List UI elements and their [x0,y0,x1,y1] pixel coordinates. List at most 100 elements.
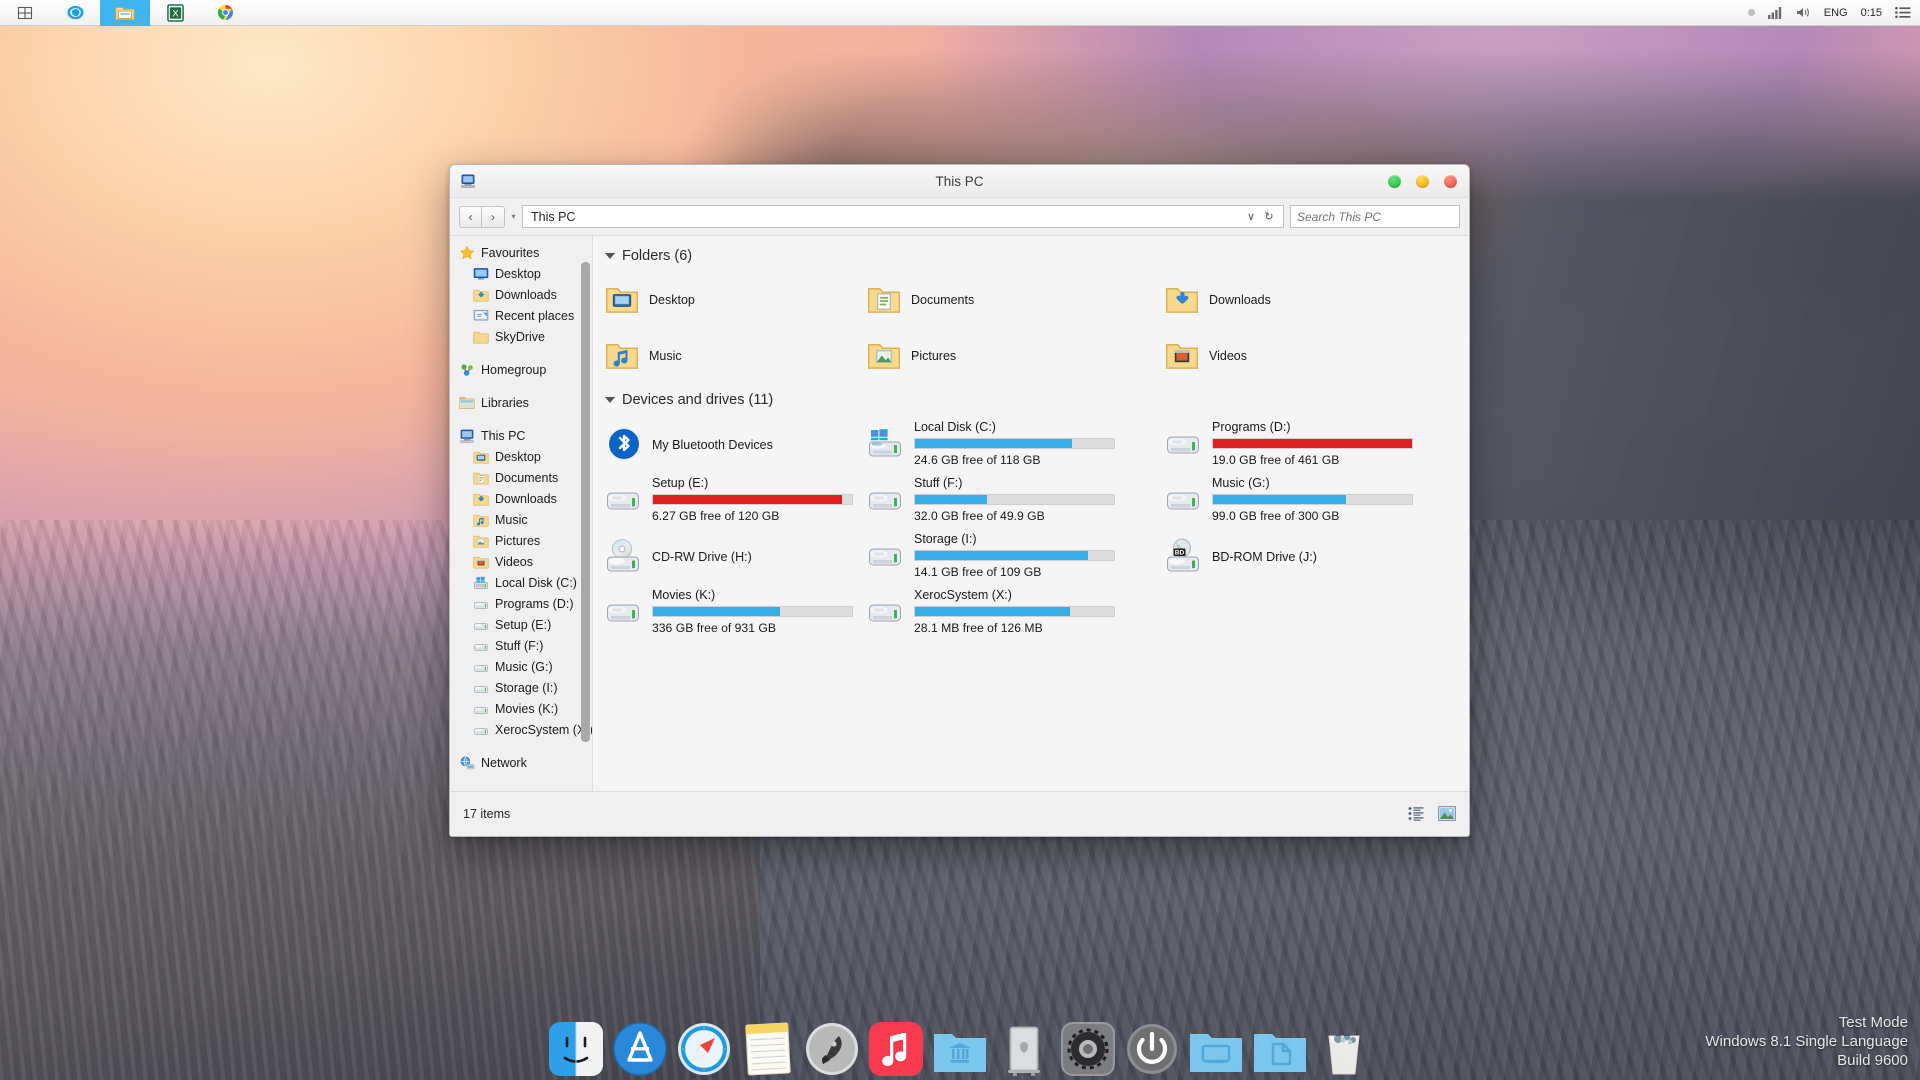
search-box[interactable] [1290,205,1460,228]
windows-activation-watermark: Test Mode Windows 8.1 Single Language Bu… [1705,1013,1908,1070]
dock-item-trash[interactable] [1315,1020,1373,1078]
sidebar-item-documents[interactable]: Documents [450,467,592,488]
file-list-pane[interactable]: Folders (6) Desktop Documents Downloads Mus… [593,236,1469,791]
speaker-icon[interactable] [1796,6,1811,19]
drive-tile[interactable]: Programs (D:) 19.0 GB free of 461 GB [1165,416,1463,472]
folder-tile[interactable]: Downloads [1165,272,1463,328]
folders-group-header[interactable]: Folders (6) [605,248,1469,264]
sidebar-item-homegroup[interactable]: Homegroup [450,359,592,380]
sidebar-item-network[interactable]: Network [450,752,592,773]
drive-tile[interactable]: My Bluetooth Devices [605,416,867,472]
file-explorer-window[interactable]: This PC ‹ › ▾ This PC ∨ ↻ Favourites Desk… [449,164,1470,837]
sidebar-item-pictures[interactable]: Pictures [450,530,592,551]
internet-explorer-button[interactable] [50,0,100,26]
folder-tile[interactable]: Videos [1165,328,1463,384]
sidebar-item-libraries[interactable]: Libraries [450,392,592,413]
chrome-button[interactable] [200,0,250,26]
file-explorer-button[interactable] [100,0,150,26]
drive-tile[interactable]: Stuff (F:) 32.0 GB free of 49.9 GB [867,472,1165,528]
excel-button[interactable]: X [150,0,200,26]
sidebar-scrollbar-track[interactable] [581,240,591,788]
music-folder-icon [473,512,489,528]
sidebar-item-downloads[interactable]: Downloads [450,284,592,305]
network-signal-icon[interactable] [1767,6,1783,19]
chevron-down-icon[interactable]: ∨ [1242,210,1260,223]
dock-item-itunes[interactable] [867,1020,925,1078]
folder-tile[interactable]: Desktop [605,272,867,328]
forward-button[interactable]: › [482,205,505,228]
address-bar[interactable]: This PC ∨ ↻ [522,205,1284,228]
drive-tile[interactable]: Storage (I:) 14.1 GB free of 109 GB [867,528,1165,584]
sidebar-item-favourites[interactable]: Favourites [450,242,592,263]
window-titlebar[interactable]: This PC [450,165,1469,198]
sidebar-item-label: SkyDrive [495,329,546,344]
gear-icon [1061,1022,1115,1076]
sidebar-item-programs-d-[interactable]: Programs (D:) [450,593,592,614]
sidebar-item-skydrive[interactable]: SkyDrive [450,326,592,347]
clock[interactable]: 0:15 [1861,7,1882,19]
sidebar-item-label: Music [495,512,528,527]
sidebar-item-music-g-[interactable]: Music (G:) [450,656,592,677]
sidebar-item-desktop[interactable]: Desktop [450,263,592,284]
dock-item-documents-folder[interactable] [931,1020,989,1078]
dock-item-mac-pro[interactable] [995,1020,1053,1078]
drive-tile[interactable]: BD BD-ROM Drive (J:) [1165,528,1463,584]
sidebar-item-storage-i-[interactable]: Storage (I:) [450,677,592,698]
dock-item-safari[interactable] [675,1020,733,1078]
sidebar-item-xerocsystem-x-[interactable]: XerocSystem (X:) [450,719,592,740]
folder-tile[interactable]: Documents [867,272,1165,328]
drive-tile[interactable]: Local Disk (C:) 24.6 GB free of 118 GB [867,416,1165,472]
refresh-icon[interactable]: ↻ [1260,210,1278,223]
sidebar-item-setup-e-[interactable]: Setup (E:) [450,614,592,635]
sidebar-scrollbar-thumb[interactable] [581,262,590,742]
close-button[interactable] [1444,175,1457,188]
drive-icon [473,617,489,633]
sidebar-item-videos[interactable]: Videos [450,551,592,572]
drive-icon [473,680,489,696]
back-button[interactable]: ‹ [459,205,482,228]
dock-item-app-store[interactable] [611,1020,669,1078]
maximize-button[interactable] [1388,175,1401,188]
sidebar-item-this-pc[interactable]: This PC [450,425,592,446]
collapse-triangle-icon[interactable] [605,397,615,403]
folder-tile[interactable]: Music [605,328,867,384]
start-button[interactable] [0,0,50,26]
sidebar-item-movies-k-[interactable]: Movies (K:) [450,698,592,719]
excel-icon: X [166,3,184,22]
drive-label: CD-RW Drive (H:) [652,549,752,564]
dock-item-notes[interactable] [739,1020,797,1078]
folder-tile-label: Music [649,349,682,363]
recent-locations-caret-icon[interactable]: ▾ [505,206,522,228]
drive-icon [473,701,489,717]
large-icons-view-icon[interactable] [1437,805,1456,822]
sidebar-item-stuff-f-[interactable]: Stuff (F:) [450,635,592,656]
navigation-pane[interactable]: Favourites Desktop Downloads Recent places S… [450,236,593,791]
minimize-button[interactable] [1416,175,1429,188]
dock-item-downloads-folder[interactable] [1187,1020,1245,1078]
dock-item-finder[interactable] [547,1020,605,1078]
details-view-icon[interactable] [1407,805,1426,822]
dock-item-system-preferences[interactable] [1059,1020,1117,1078]
sidebar-item-downloads[interactable]: Downloads [450,488,592,509]
collapse-triangle-icon[interactable] [605,253,615,259]
drive-tile[interactable]: XerocSystem (X:) 28.1 MB free of 126 MB [867,584,1165,640]
dock-item-files-folder[interactable] [1251,1020,1309,1078]
search-input[interactable] [1297,209,1453,224]
sidebar-item-recent-places[interactable]: Recent places [450,305,592,326]
drive-tile[interactable]: Movies (K:) 336 GB free of 931 GB [605,584,867,640]
dock-item-launchpad[interactable] [803,1020,861,1078]
dock-item-shutdown[interactable] [1123,1020,1181,1078]
sidebar-item-desktop[interactable]: Desktop [450,446,592,467]
sidebar-item-music[interactable]: Music [450,509,592,530]
show-hidden-icons-icon[interactable] [1747,9,1755,16]
action-center-icon[interactable] [1895,6,1911,19]
drive-tile[interactable]: Setup (E:) 6.27 GB free of 120 GB [605,472,867,528]
folder-tile[interactable]: Pictures [867,328,1165,384]
drive-label: Stuff (F:) [914,476,963,490]
drives-group-header[interactable]: Devices and drives (11) [605,392,1469,408]
language-indicator[interactable]: ENG [1824,7,1848,19]
drive-tile[interactable]: CD-RW Drive (H:) [605,528,867,584]
sidebar-item-local-disk-c-[interactable]: Local Disk (C:) [450,572,592,593]
drive-tile[interactable]: Music (G:) 99.0 GB free of 300 GB [1165,472,1463,528]
